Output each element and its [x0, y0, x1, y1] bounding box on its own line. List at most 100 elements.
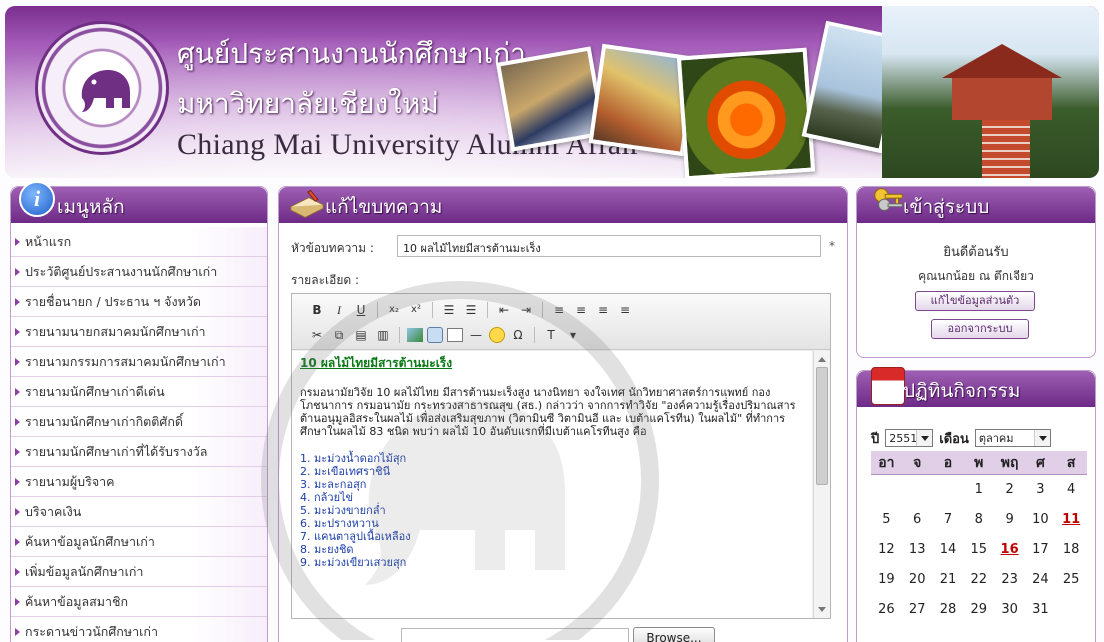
superscript-button[interactable]: x² [407, 301, 425, 319]
insert-table-icon[interactable] [447, 328, 463, 342]
menu-item-honorary-alumni[interactable]: รายนามนักศึกษาเก่ากิตติศักดิ์ [11, 407, 267, 437]
year-select[interactable]: 2551 [885, 429, 934, 447]
calendar-day[interactable]: 28 [933, 595, 964, 625]
menu-item-awarded-alumni[interactable]: รายนามนักศึกษาเก่าที่ได้รับรางวัล [11, 437, 267, 467]
insert-image-icon[interactable] [407, 328, 423, 342]
year-select-value: 2551 [889, 431, 918, 445]
indent-icon[interactable]: ⇥ [517, 301, 535, 319]
calendar-day[interactable]: 29 [963, 595, 994, 625]
calendar-day[interactable]: 5 [871, 505, 902, 535]
edit-article-title: แก้ไขบทความ [325, 196, 443, 218]
calendar-day[interactable]: 25 [1056, 565, 1087, 595]
cut-icon[interactable]: ✂ [308, 326, 326, 344]
numbered-list-icon[interactable]: ☰ [440, 301, 458, 319]
menu-item-outstanding-alumni[interactable]: รายนามนักศึกษาเก่าดีเด่น [11, 377, 267, 407]
underline-button[interactable]: U [352, 301, 370, 319]
file-upload-input[interactable] [401, 628, 629, 642]
calendar-day[interactable]: 8 [963, 505, 994, 535]
weekday-header: ส [1066, 455, 1076, 471]
calendar-day[interactable]: 21 [933, 565, 964, 595]
menu-item-alumni-board[interactable]: กระดานข่าวนักศึกษาเก่า [11, 617, 267, 642]
italic-button[interactable]: I [330, 301, 348, 319]
scroll-up-arrow-icon[interactable] [818, 357, 826, 362]
calendar-day[interactable]: 24 [1025, 565, 1056, 595]
menu-item-provincial-presidents[interactable]: รายชื่อนายก / ประธาน ฯ จังหวัด [11, 287, 267, 317]
calendar-day[interactable]: 26 [871, 595, 902, 625]
menu-item-home[interactable]: หน้าแรก [11, 227, 267, 257]
chevron-down-icon[interactable] [916, 430, 933, 446]
rich-text-editor: B I U x₂ x² ☰ ☰ ⇤ ⇥ ≡ ≡ ≡ ≡ ✂ ⧉ ▤ ▥ — Ω … [291, 293, 831, 619]
text-color-icon[interactable]: T [542, 326, 560, 344]
calendar-day[interactable]: 7 [933, 505, 964, 535]
edit-profile-button[interactable]: แก้ไขข้อมูลส่วนตัว [915, 291, 1035, 311]
menu-item-donors[interactable]: รายนามผู้บริจาค [11, 467, 267, 497]
align-right-icon[interactable]: ≡ [594, 301, 612, 319]
calendar-day[interactable]: 27 [902, 595, 933, 625]
editor-content-area[interactable]: 10 ผลไม้ไทยมีสารต้านมะเร็ง กรมอนามัยวิจั… [292, 351, 812, 618]
subscript-button[interactable]: x₂ [385, 301, 403, 319]
calendar-day[interactable]: 18 [1056, 535, 1087, 565]
calendar-week-row: 1 2 3 4 [871, 475, 1087, 505]
subject-input[interactable]: 10 ผลไม้ไทยมีสารต้านมะเร็ง [397, 235, 821, 257]
horizontal-rule-icon[interactable]: — [467, 326, 485, 344]
scroll-thumb[interactable] [816, 367, 828, 485]
calendar-day-event[interactable]: 11 [1056, 505, 1087, 535]
calendar-header: ปฏิทินกิจกรรม [857, 367, 1095, 407]
menu-item-donate[interactable]: บริจาคเงิน [11, 497, 267, 527]
insert-flash-icon[interactable] [427, 327, 443, 343]
month-select-value: ตุลาคม [978, 432, 1014, 445]
logout-button[interactable]: ออกจากระบบ [931, 319, 1029, 339]
calendar-day[interactable]: 3 [1025, 475, 1056, 505]
list-item: 9. มะม่วงเขียวเสวยสุก [300, 556, 407, 569]
month-select[interactable]: ตุลาคม [974, 429, 1051, 447]
align-justify-icon[interactable]: ≡ [616, 301, 634, 319]
paste-icon[interactable]: ▤ [352, 326, 370, 344]
calendar-day[interactable]: 19 [871, 565, 902, 595]
calendar-day[interactable]: 14 [933, 535, 964, 565]
calendar-day[interactable]: 23 [994, 565, 1025, 595]
calendar-day[interactable]: 1 [963, 475, 994, 505]
calendar-day[interactable]: 31 [1025, 595, 1056, 625]
calendar-day[interactable]: 15 [963, 535, 994, 565]
menu-item-add-alumni[interactable]: เพิ่มข้อมูลนักศึกษาเก่า [11, 557, 267, 587]
calendar-day[interactable]: 17 [1025, 535, 1056, 565]
menu-item-association-presidents[interactable]: รายนามนายกสมาคมนักศึกษาเก่า [11, 317, 267, 347]
calendar-day [933, 475, 964, 505]
calendar-week-row: 12 13 14 15 16 17 18 [871, 535, 1087, 565]
calendar-icon [871, 367, 905, 405]
edit-article-header: แก้ไขบทความ [279, 187, 847, 223]
editor-scrollbar[interactable] [813, 351, 830, 618]
chevron-down-icon[interactable] [1033, 430, 1050, 446]
calendar-day[interactable]: 2 [994, 475, 1025, 505]
bulleted-list-icon[interactable]: ☰ [462, 301, 480, 319]
menu-item-association-committee[interactable]: รายนามกรรมการสมาคมนักศึกษาเก่า [11, 347, 267, 377]
calendar-day[interactable]: 9 [994, 505, 1025, 535]
calendar-day[interactable]: 22 [963, 565, 994, 595]
menu-item-search-members[interactable]: ค้นหาข้อมูลสมาชิก [11, 587, 267, 617]
menu-item-history[interactable]: ประวัติศูนย์ประสานงานนักศึกษาเก่า [11, 257, 267, 287]
align-left-icon[interactable]: ≡ [550, 301, 568, 319]
calendar-day[interactable]: 4 [1056, 475, 1087, 505]
special-char-icon[interactable]: Ω [509, 326, 527, 344]
copy-icon[interactable]: ⧉ [330, 326, 348, 344]
paste-text-icon[interactable]: ▥ [374, 326, 392, 344]
calendar-day[interactable]: 30 [994, 595, 1025, 625]
calendar-day[interactable]: 13 [902, 535, 933, 565]
bold-button[interactable]: B [308, 301, 326, 319]
calendar-day[interactable]: 12 [871, 535, 902, 565]
background-color-icon[interactable]: ▾ [564, 326, 582, 344]
weekday-header: อ [943, 455, 953, 471]
align-center-icon[interactable]: ≡ [572, 301, 590, 319]
calendar-day[interactable]: 20 [902, 565, 933, 595]
menu-item-search-alumni[interactable]: ค้นหาข้อมูลนักศึกษาเก่า [11, 527, 267, 557]
calendar-day[interactable]: 10 [1025, 505, 1056, 535]
list-item: 5. มะม่วงขายกล่ำ [300, 504, 386, 517]
calendar-day-event[interactable]: 16 [994, 535, 1025, 565]
browse-button[interactable]: Browse... [633, 627, 715, 642]
scroll-down-arrow-icon[interactable] [818, 607, 826, 612]
outdent-icon[interactable]: ⇤ [495, 301, 513, 319]
list-item: 3. มะละกอสุก [300, 478, 367, 491]
calendar-day[interactable]: 6 [902, 505, 933, 535]
smiley-icon[interactable] [489, 327, 505, 343]
calendar-week-row: 26 27 28 29 30 31 [871, 595, 1087, 625]
